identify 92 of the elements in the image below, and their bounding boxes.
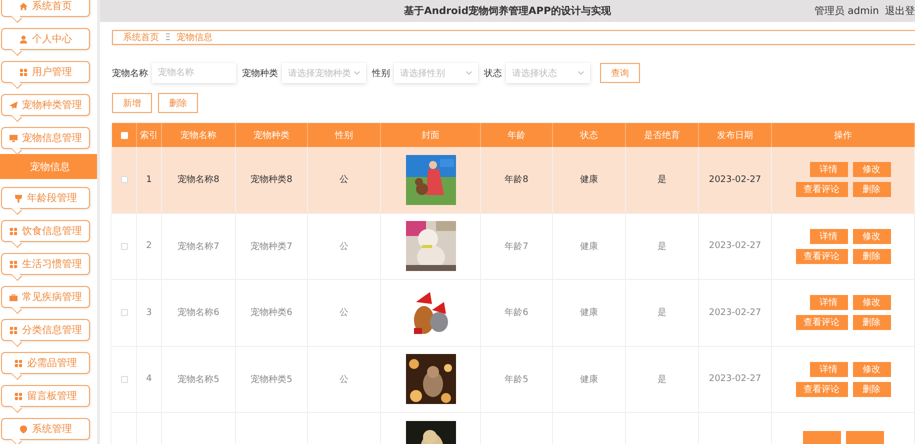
monitor-icon — [9, 134, 18, 142]
input-field[interactable]: 宠物名称 — [152, 63, 236, 83]
user-icon — [19, 34, 28, 44]
chevron-down-icon — [578, 71, 584, 75]
table-cell-text: 年龄5 — [504, 374, 528, 386]
table-cell-text: 公 — [340, 306, 348, 320]
grid-icon — [9, 260, 18, 268]
field-label: 宠物种类 — [242, 68, 278, 80]
row-action-button[interactable]: 删除 — [852, 182, 890, 198]
app-title: 基于Android宠物饲养管理APP的设计与实现 — [404, 4, 611, 18]
table-cell-text: 宠物种类5 — [250, 374, 292, 386]
row-action-button[interactable] — [802, 431, 840, 444]
checkbox[interactable] — [120, 309, 128, 316]
table-cell: 2023-02-27 — [708, 174, 762, 185]
row-action-button[interactable]: 详情 — [810, 295, 848, 310]
table-row[interactable]: 1 宠物名称8 宠物种类8 公 年龄8 健康 是 2023-02-27 详情 修改 查看评论 删除 — [112, 147, 915, 214]
table-row[interactable]: 3 宠物名称6 宠物种类6 公 年龄6 健康 是 2023-02-27 详情 修改 查看评论 删除 — [112, 280, 915, 346]
breadcrumb-current: 宠物信息 — [176, 32, 213, 44]
user-name: 管理员 admin — [814, 5, 879, 18]
checkbox[interactable] — [120, 176, 128, 184]
house-icon — [19, 2, 28, 10]
row-action-button[interactable]: 查看评论 — [796, 315, 848, 330]
table-cell: 1 — [146, 174, 152, 185]
table-cell-text: 宠物种类7 — [250, 240, 292, 253]
row-action-button[interactable]: 查看评论 — [796, 382, 848, 397]
select-field[interactable]: 请选择宠物种类 — [282, 63, 366, 83]
checkbox[interactable] — [120, 242, 128, 250]
select-field[interactable]: 请选择状态 — [506, 63, 590, 83]
table-cell: 2023-02-27 — [708, 241, 762, 252]
field-label: 性别 — [372, 68, 390, 80]
action-button[interactable]: 新增 — [112, 93, 152, 113]
table-cell-text: 宠物名称8 — [178, 174, 220, 186]
table-cell-text: 宠物种类6 — [250, 306, 292, 320]
table-cell-text: 是 — [658, 306, 666, 320]
logout-link[interactable]: 退出登 — [885, 4, 915, 18]
row-action-button[interactable]: 修改 — [852, 228, 890, 244]
select-field[interactable]: 请选择性别 — [394, 63, 478, 83]
table-cell-text: 宠物名称7 — [178, 240, 220, 253]
table-cell-text: 宠物名称5 — [178, 374, 220, 386]
checkbox[interactable] — [120, 376, 128, 383]
table-cell-text: 健康 — [580, 374, 598, 386]
grid-icon — [9, 326, 18, 334]
grid-icon — [14, 392, 23, 400]
field-label: 宠物名称 — [112, 68, 148, 80]
row-action-button[interactable]: 删除 — [852, 315, 890, 330]
table-cell: 2023-02-27 — [708, 308, 762, 318]
grid-icon — [14, 358, 23, 368]
table-cell-text: 年龄6 — [504, 306, 528, 320]
briefcase-icon — [9, 292, 18, 302]
table-cell-text: 年龄7 — [504, 240, 528, 253]
row-action-button[interactable]: 详情 — [810, 362, 848, 377]
table-cell-text: 是 — [658, 240, 666, 253]
table-cell-text: 是 — [658, 174, 666, 186]
table-cell-text: 宠物种类8 — [250, 174, 292, 186]
search-button[interactable]: 查询 — [600, 63, 640, 83]
breadcrumb-link[interactable]: 系统首页 — [123, 31, 159, 44]
table-cell-text: 公 — [340, 240, 348, 253]
table-cell-text: 公 — [340, 374, 348, 386]
field-label: 状态 — [484, 68, 502, 80]
row-action-button[interactable]: 删除 — [852, 248, 890, 264]
table-cell-text: 年龄8 — [504, 174, 528, 186]
table-cell: 4 — [146, 374, 152, 384]
table-row[interactable]: 4 宠物名称5 宠物种类5 公 年龄5 健康 是 2023-02-27 详情 修改 查看评论 删除 — [112, 346, 915, 413]
table-cell: 2023-02-27 — [708, 374, 762, 384]
row-action-button[interactable]: 查看评论 — [796, 248, 848, 264]
row-action-button[interactable]: 详情 — [810, 162, 848, 178]
row-action-button[interactable]: 修改 — [852, 162, 890, 178]
row-action-button[interactable]: 修改 — [852, 295, 890, 310]
paper-plane-icon — [9, 100, 18, 110]
chevron-down-icon — [354, 71, 360, 75]
action-button[interactable]: 删除 — [158, 93, 198, 113]
row-action-button[interactable] — [846, 431, 884, 444]
sidebar-subitem[interactable]: 宠物信息 — [0, 154, 97, 179]
table-cell-text: 公 — [340, 174, 348, 186]
row-action-button[interactable]: 删除 — [852, 382, 890, 397]
table-cell-text: 宠物名称6 — [178, 306, 220, 320]
location-pin-icon — [19, 424, 28, 434]
table-cell: 3 — [146, 308, 152, 318]
table-cell-text: 是 — [658, 374, 666, 386]
table-row[interactable]: 2 宠物名称7 宠物种类7 公 年龄7 健康 是 2023-02-27 详情 修改 查看评论 删除 — [112, 214, 915, 280]
table-cell-text: 健康 — [580, 240, 598, 253]
table-cell: 2 — [146, 241, 152, 252]
table-cell-text: 健康 — [580, 306, 598, 320]
grid-icon — [9, 226, 18, 236]
breadcrumb-separator: Ξ — [165, 32, 171, 42]
chevron-down-icon — [466, 71, 472, 75]
table-cell-text: 健康 — [580, 174, 598, 186]
cup-icon — [14, 194, 23, 202]
row-action-button[interactable]: 详情 — [810, 228, 848, 244]
row-action-button[interactable]: 修改 — [852, 362, 890, 377]
grid-icon — [19, 68, 28, 76]
row-action-button[interactable]: 查看评论 — [796, 182, 848, 198]
